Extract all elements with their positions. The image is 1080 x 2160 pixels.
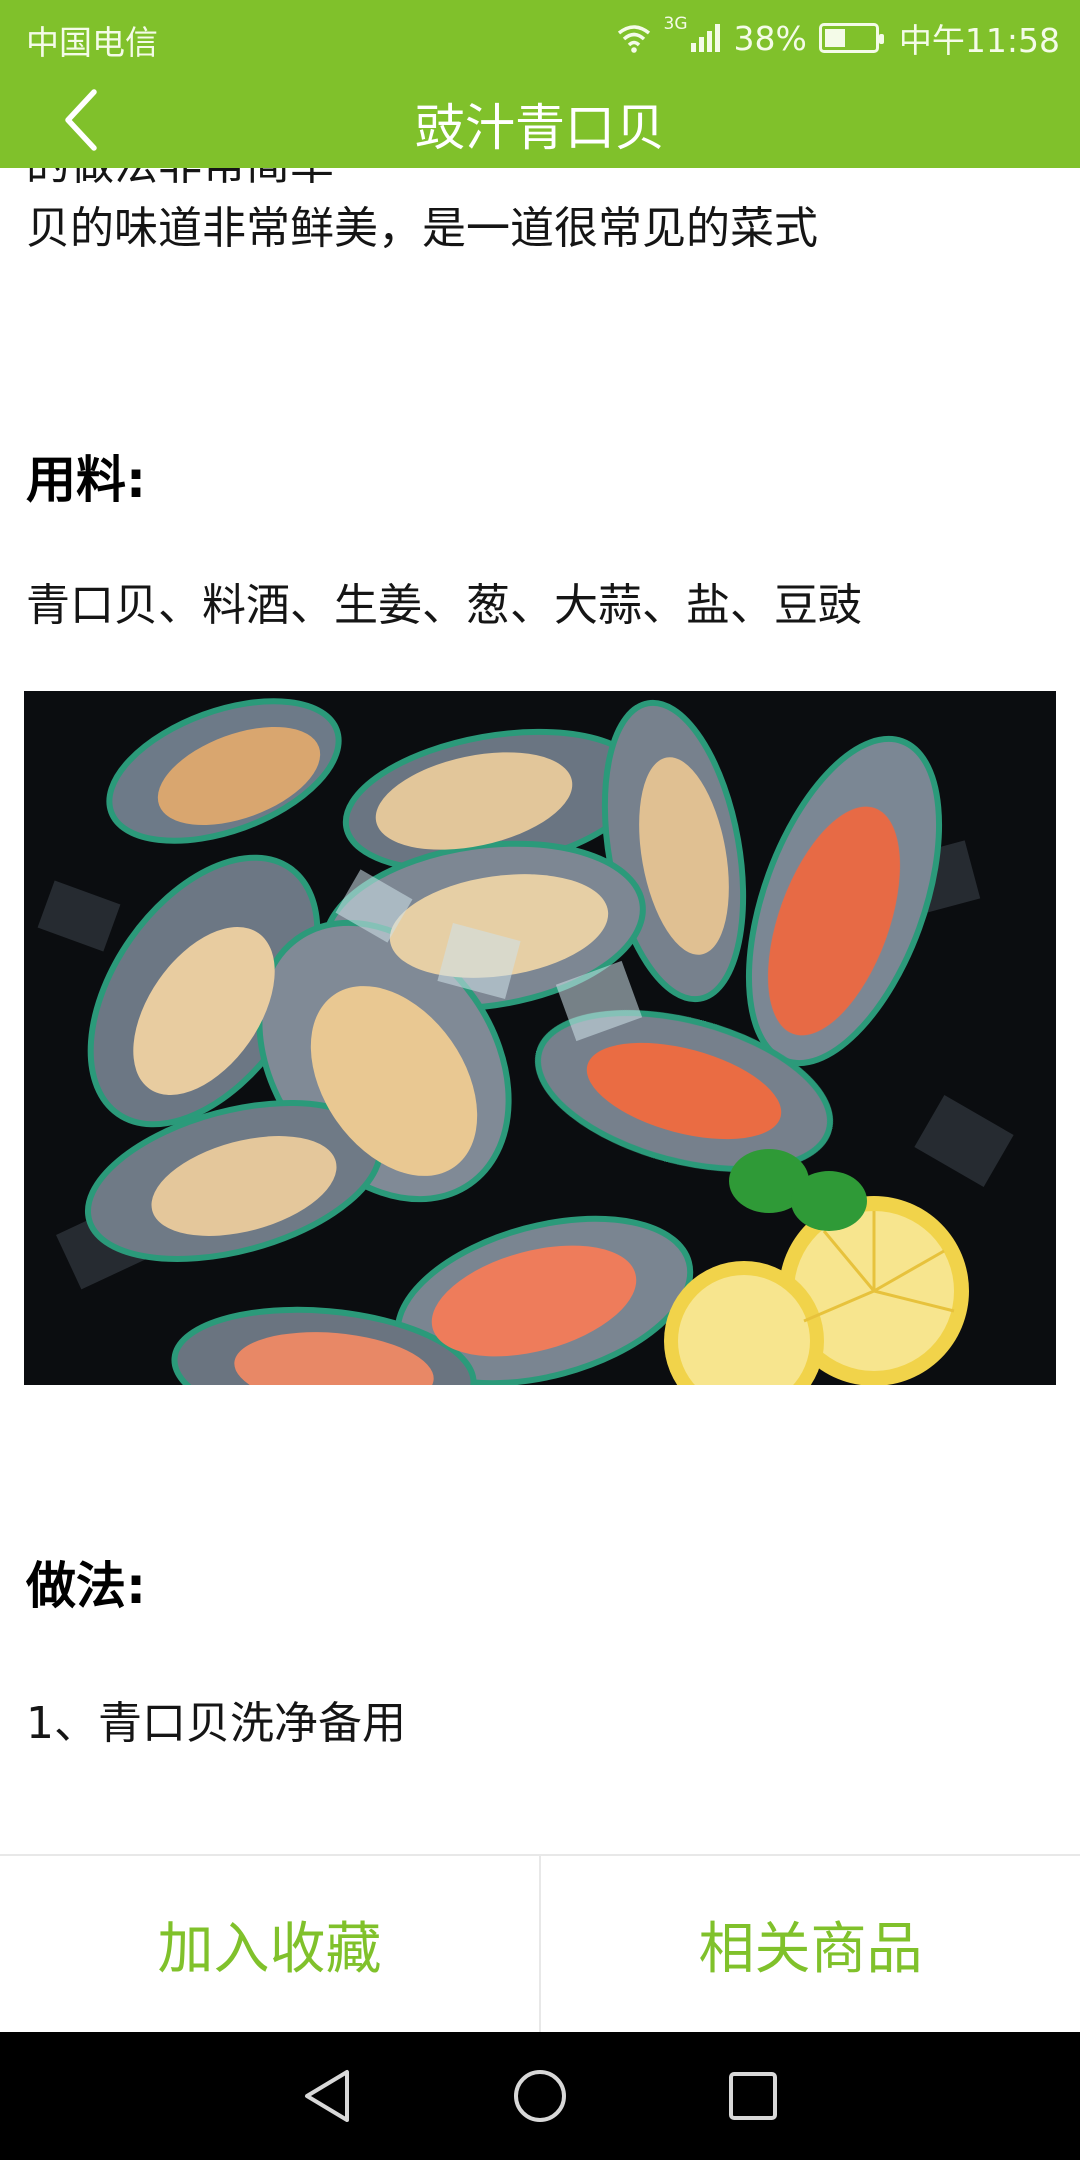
related-products-button[interactable]: 相关商品 bbox=[539, 1856, 1080, 2032]
app-bar: 豉汁青口贝 bbox=[0, 72, 1080, 168]
nav-home-button[interactable] bbox=[505, 2061, 575, 2131]
article-content[interactable]: 的做法非常简单 贝的味道非常鲜美，是一道很常见的菜式 用料: 青口贝、料酒、生姜… bbox=[0, 168, 1080, 1854]
status-icons: 3G 38% 中午11:58 bbox=[616, 14, 1060, 62]
method-heading: 做法: bbox=[26, 1557, 146, 1615]
page-title: 豉汁青口贝 bbox=[415, 99, 665, 157]
mussels-illustration bbox=[24, 691, 1056, 1385]
square-recents-icon bbox=[729, 2072, 778, 2120]
clock: 中午11:58 bbox=[898, 21, 1060, 60]
carrier-label: 中国电信 bbox=[26, 23, 158, 62]
triangle-back-icon bbox=[304, 2070, 349, 2122]
bottom-action-bar: 加入收藏 相关商品 bbox=[0, 1854, 1080, 2032]
nav-recents-button[interactable] bbox=[718, 2061, 788, 2131]
ingredients-heading: 用料: bbox=[26, 451, 146, 509]
network-type-label: 3G bbox=[663, 14, 688, 34]
status-bar: 中国电信 3G 38% 中午11:58 bbox=[0, 0, 1080, 72]
intro-line: 贝的味道非常鲜美，是一道很常见的菜式 bbox=[26, 203, 818, 254]
method-step-1: 1、青口贝洗净备用 bbox=[26, 1698, 406, 1749]
circle-home-icon bbox=[513, 2070, 566, 2122]
signal-icon bbox=[690, 24, 720, 52]
mussels-photo bbox=[24, 691, 1056, 1385]
nav-back-button[interactable] bbox=[292, 2061, 362, 2131]
wifi-icon bbox=[617, 25, 650, 53]
system-nav-bar bbox=[0, 2032, 1080, 2160]
top-bar: 中国电信 3G 38% 中午11:58 豉汁青口贝 bbox=[0, 0, 1080, 168]
battery-icon bbox=[818, 23, 884, 53]
add-favorite-button[interactable]: 加入收藏 bbox=[0, 1856, 539, 2032]
ingredients-text: 青口贝、料酒、生姜、葱、大蒜、盐、豆豉 bbox=[26, 580, 862, 631]
battery-percent: 38% bbox=[733, 18, 807, 58]
